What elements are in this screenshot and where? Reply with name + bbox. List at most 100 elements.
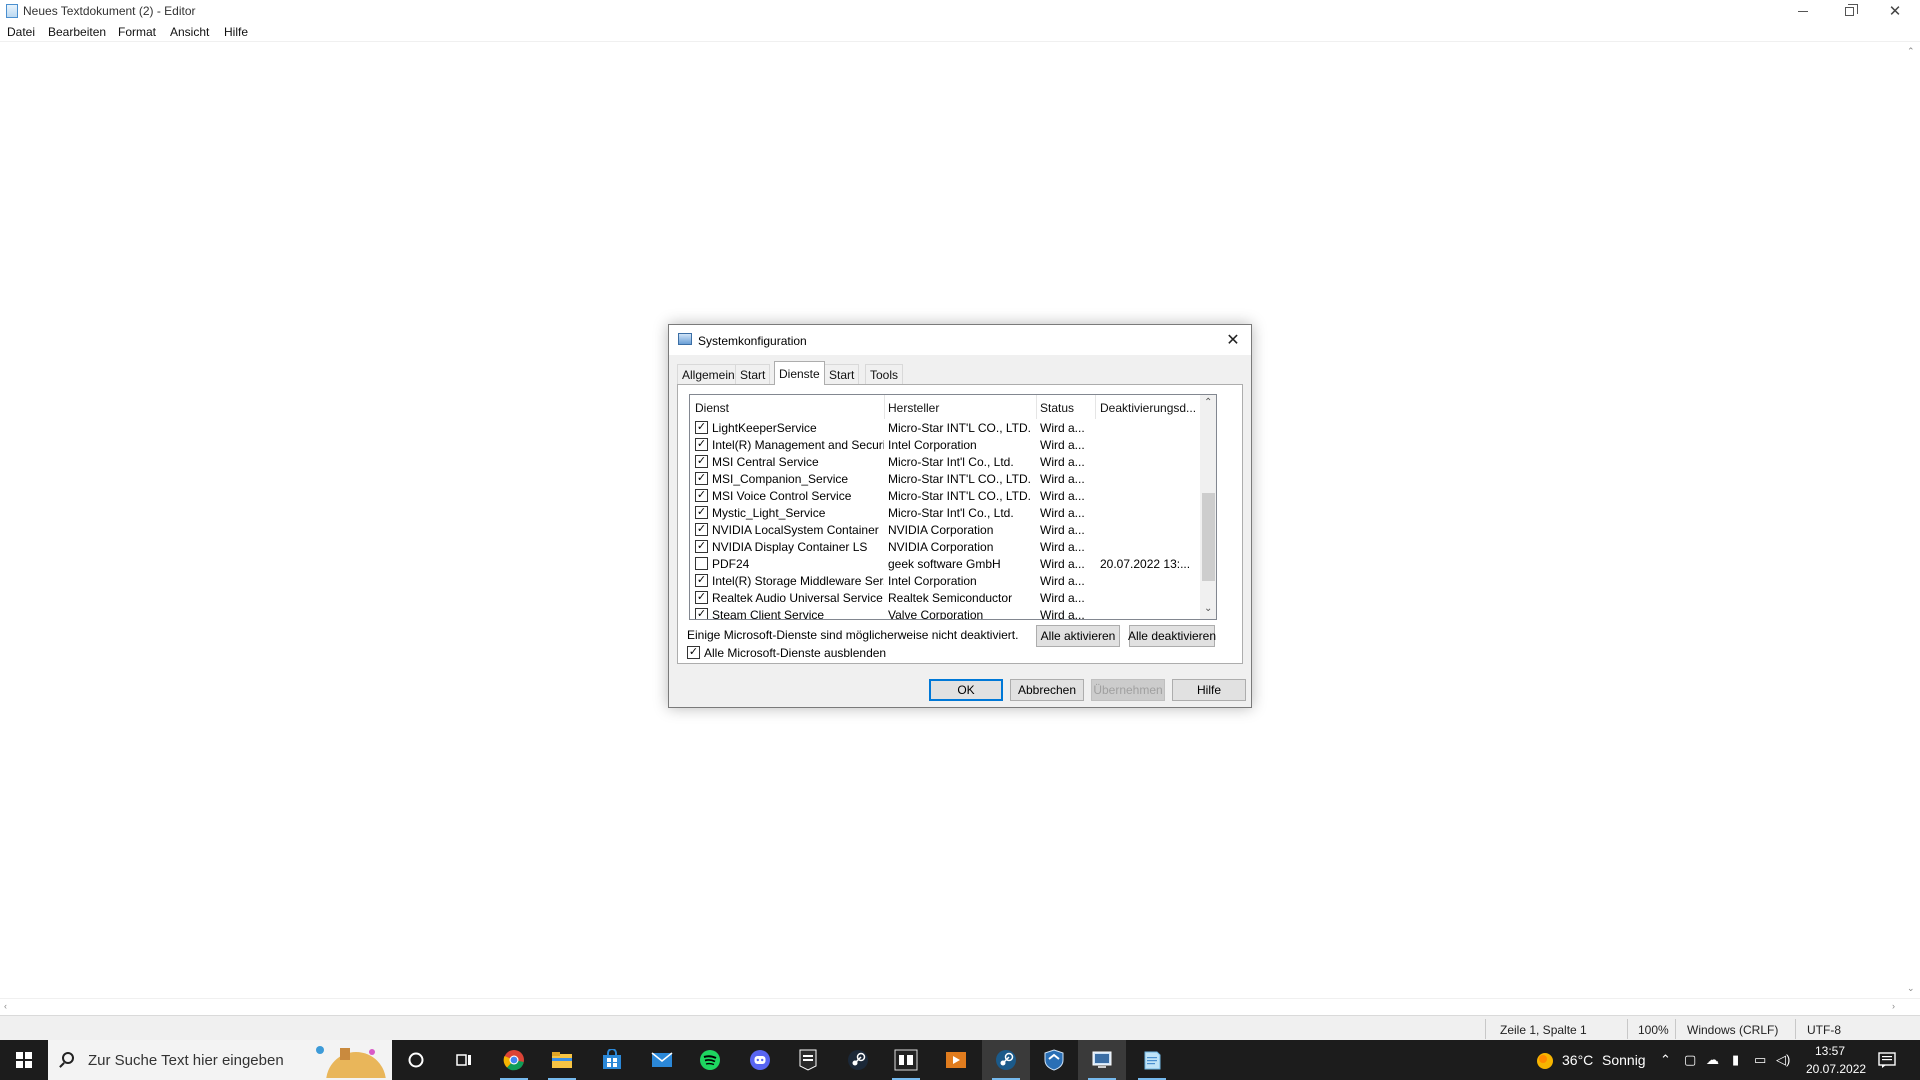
row-checkbox[interactable]: ✓ — [695, 472, 708, 485]
tab-start[interactable]: Start — [824, 364, 860, 384]
vertical-scrollbar[interactable]: ⌃ ⌄ — [1903, 43, 1920, 998]
menu-datei[interactable]: Datei — [7, 25, 35, 39]
volume-icon[interactable]: ◁) — [1776, 1052, 1790, 1068]
disable-all-button[interactable]: Alle deaktivieren — [1128, 625, 1216, 647]
help-button[interactable]: Hilfe — [1172, 679, 1246, 701]
weather-sun-icon[interactable] — [1535, 1051, 1555, 1071]
file-explorer-button[interactable] — [538, 1040, 586, 1080]
weather-description[interactable]: Sonnig — [1602, 1052, 1646, 1068]
notification-center-icon[interactable] — [1878, 1052, 1896, 1068]
menu-format[interactable]: Format — [118, 25, 156, 39]
row-checkbox[interactable]: ✓ — [695, 506, 708, 519]
table-row[interactable]: ✓ Steam Client Service Valve Corporation… — [690, 606, 1200, 619]
menu-bearbeiten[interactable]: Bearbeiten — [48, 25, 106, 39]
cancel-button[interactable]: Abbrechen — [1010, 679, 1084, 701]
row-checkbox[interactable]: ✓ — [695, 455, 708, 468]
scroll-left-icon[interactable]: ‹ — [4, 1001, 7, 1011]
epic-games-button[interactable] — [784, 1040, 832, 1080]
table-row[interactable]: ✓ Mystic_Light_Service Micro-Star Int'l … — [690, 504, 1200, 521]
table-row[interactable]: ✓ Realtek Audio Universal Service Realte… — [690, 589, 1200, 606]
tab-dienste[interactable]: Dienste — [774, 361, 825, 385]
steam-active-button[interactable] — [982, 1040, 1030, 1080]
services-list[interactable]: Dienst Hersteller Status Deaktivierungsd… — [689, 394, 1217, 620]
spotify-button[interactable] — [686, 1040, 734, 1080]
row-checkbox[interactable]: ✓ — [695, 591, 708, 604]
menu-ansicht[interactable]: Ansicht — [170, 25, 209, 39]
row-checkbox[interactable] — [695, 557, 708, 570]
bm-app-button[interactable] — [882, 1040, 930, 1080]
list-scrollbar[interactable]: ⌃ ⌄ — [1200, 395, 1216, 619]
msconfig-taskbar-button[interactable] — [1078, 1040, 1126, 1080]
network-icon[interactable]: ▭ — [1754, 1052, 1766, 1068]
notepad-titlebar: Neues Textdokument (2) - Editor ✕ — [0, 0, 1920, 22]
start-button[interactable] — [0, 1040, 48, 1080]
column-divider[interactable] — [1036, 395, 1037, 419]
row-checkbox[interactable]: ✓ — [695, 574, 708, 587]
scroll-up-icon[interactable]: ⌃ — [1907, 46, 1915, 57]
chevron-up-icon[interactable]: ⌃ — [1660, 1052, 1671, 1068]
scroll-right-icon[interactable]: › — [1892, 1001, 1895, 1011]
close-icon: ✕ — [1226, 332, 1240, 349]
meet-now-icon[interactable]: ▢ — [1684, 1052, 1696, 1068]
tab-allgemein[interactable]: Allgemein — [677, 364, 740, 384]
apply-button[interactable]: Übernehmen — [1091, 679, 1165, 701]
service-name: Mystic_Light_Service — [712, 506, 826, 520]
menu-hilfe[interactable]: Hilfe — [224, 25, 248, 39]
weather-temperature[interactable]: 36°C — [1562, 1052, 1593, 1068]
row-checkbox[interactable]: ✓ — [695, 608, 708, 619]
notepad-icon — [6, 4, 18, 18]
restore-button[interactable] — [1826, 0, 1872, 22]
restore-icon — [1844, 3, 1858, 16]
tab-tools[interactable]: Tools — [865, 364, 904, 384]
table-row[interactable]: ✓ Intel(R) Management and Securi... Inte… — [690, 436, 1200, 453]
steam-button[interactable] — [834, 1040, 882, 1080]
discord-button[interactable] — [736, 1040, 784, 1080]
row-checkbox[interactable]: ✓ — [695, 438, 708, 451]
shield-app-button[interactable] — [1030, 1040, 1078, 1080]
table-row[interactable]: ✓ MSI Central Service Micro-Star Int'l C… — [690, 453, 1200, 470]
microphone-icon[interactable]: ▮ — [1732, 1052, 1739, 1068]
row-checkbox[interactable]: ✓ — [695, 489, 708, 502]
ok-button[interactable]: OK — [929, 679, 1003, 701]
taskbar-search[interactable]: Zur Suche Text hier eingeben — [48, 1040, 392, 1080]
table-row[interactable]: PDF24 geek software GmbH Wird a... 20.07… — [690, 555, 1200, 572]
column-header-status[interactable]: Status — [1040, 401, 1074, 415]
horizontal-scrollbar[interactable]: ‹ › — [0, 998, 1920, 1015]
row-checkbox[interactable]: ✓ — [695, 421, 708, 434]
scroll-thumb[interactable] — [1202, 493, 1215, 581]
enable-all-button[interactable]: Alle aktivieren — [1036, 625, 1120, 647]
table-row[interactable]: ✓ MSI_Companion_Service Micro-Star INT'L… — [690, 470, 1200, 487]
chevron-up-icon[interactable]: ⌃ — [1204, 397, 1212, 408]
row-checkbox[interactable]: ✓ — [695, 523, 708, 536]
table-row[interactable]: ✓ MSI Voice Control Service Micro-Star I… — [690, 487, 1200, 504]
table-row[interactable]: ✓ Intel(R) Storage Middleware Ser... Int… — [690, 572, 1200, 589]
cortana-button[interactable] — [392, 1040, 440, 1080]
status-zoom: 100% — [1638, 1023, 1669, 1037]
column-divider[interactable] — [1095, 395, 1096, 419]
close-button[interactable]: ✕ — [1872, 0, 1918, 22]
clock-date[interactable]: 20.07.2022 — [1806, 1062, 1866, 1076]
mail-button[interactable] — [638, 1040, 686, 1080]
chrome-button[interactable] — [490, 1040, 538, 1080]
table-row[interactable]: ✓ NVIDIA Display Container LS NVIDIA Cor… — [690, 538, 1200, 555]
table-row[interactable]: ✓ NVIDIA LocalSystem Container NVIDIA Co… — [690, 521, 1200, 538]
store-button[interactable] — [588, 1040, 636, 1080]
media-player-button[interactable] — [932, 1040, 980, 1080]
chevron-down-icon[interactable]: ⌄ — [1204, 603, 1212, 614]
dialog-close-button[interactable]: ✕ — [1215, 325, 1251, 355]
service-manufacturer: geek software GmbH — [888, 557, 1001, 571]
notepad-taskbar-button[interactable] — [1128, 1040, 1176, 1080]
onedrive-icon[interactable]: ☁ — [1706, 1052, 1719, 1068]
clock-time[interactable]: 13:57 — [1815, 1044, 1845, 1058]
column-header-deactivation-date[interactable]: Deaktivierungsd... — [1100, 401, 1196, 415]
minimize-button[interactable] — [1780, 0, 1826, 22]
column-divider[interactable] — [884, 395, 885, 419]
column-header-dienst[interactable]: Dienst — [695, 401, 729, 415]
table-row[interactable]: ✓ LightKeeperService Micro-Star INT'L CO… — [690, 419, 1200, 436]
task-view-button[interactable] — [440, 1040, 488, 1080]
row-checkbox[interactable]: ✓ — [695, 540, 708, 553]
scroll-down-icon[interactable]: ⌄ — [1907, 983, 1915, 994]
column-header-hersteller[interactable]: Hersteller — [888, 401, 939, 415]
hide-ms-services-checkbox[interactable]: ✓ — [687, 646, 700, 659]
tab-start-boot[interactable]: Start — [735, 364, 771, 384]
